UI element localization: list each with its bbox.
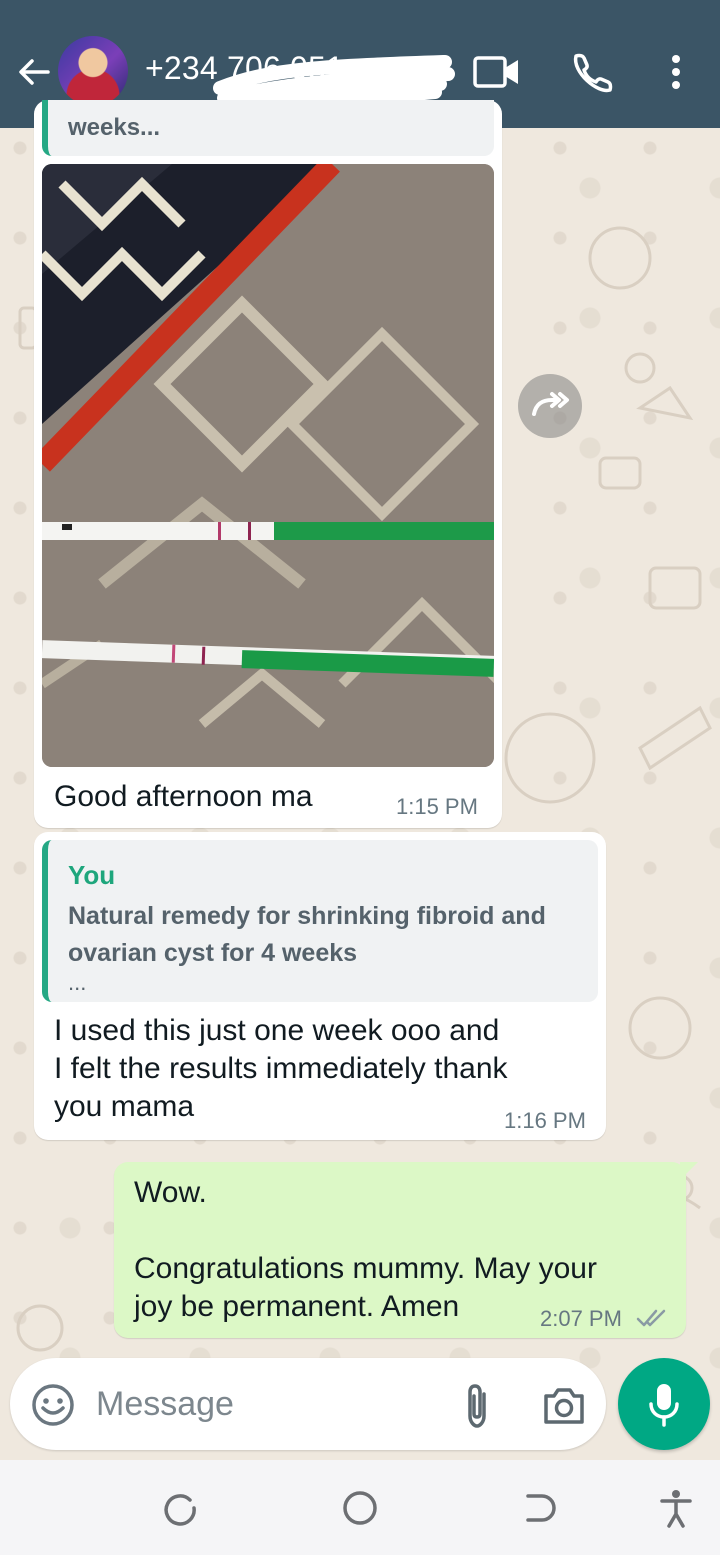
quoted-text-fragment: weeks... [68,114,161,141]
message-input[interactable] [96,1378,436,1430]
phone-icon[interactable] [568,50,616,94]
message-text-line: joy be permanent. Amen [134,1290,460,1323]
message-bubble-outgoing[interactable]: Wow. Congratulations mummy. May your joy… [114,1162,698,1338]
pregnancy-test-photo [42,164,494,767]
message-text-line: you mama [54,1090,195,1123]
quote-text: Natural remedy for shrinking fibroid and… [68,902,546,967]
bubble-tail [680,1162,698,1180]
message-text: Good afternoon ma [54,780,313,813]
avatar[interactable] [58,36,128,106]
mic-icon [649,1384,679,1427]
accessibility-icon[interactable] [656,1488,696,1528]
message-text-line: Congratulations mummy. May your [134,1252,597,1285]
message-composer [10,1358,606,1450]
message-text-line: I felt the results immediately thank [54,1052,508,1085]
emoji-icon[interactable] [30,1382,76,1428]
quoted-message[interactable]: weeks... [42,100,494,156]
read-receipt-icon [636,1309,666,1327]
message-text-line: I used this just one week ooo and [54,1014,500,1047]
video-call-icon[interactable] [472,50,522,94]
mic-button[interactable] [618,1358,710,1450]
quote-ellipsis: ... [68,970,87,995]
home-icon[interactable] [340,1488,380,1528]
message-bubble-incoming[interactable]: weeks... Good afternoon ma 1:15 PM [34,100,502,828]
back-nav-icon[interactable] [520,1488,560,1528]
attach-icon[interactable] [458,1382,496,1430]
recents-icon[interactable] [160,1488,200,1528]
camera-icon[interactable] [540,1384,588,1426]
system-navigation-bar [0,1460,720,1555]
message-text-line: Wow. [134,1176,207,1209]
forward-icon [532,392,569,416]
message-time: 2:07 PM [540,1306,622,1331]
back-arrow-icon[interactable] [14,52,54,92]
message-bubble-incoming[interactable]: You Natural remedy for shrinking fibroid… [34,832,606,1140]
more-options-icon[interactable] [660,50,692,94]
forward-button[interactable] [518,374,582,438]
message-time: 1:15 PM [396,794,478,819]
photo-attachment[interactable] [42,164,494,767]
quoted-message[interactable]: You Natural remedy for shrinking fibroid… [42,840,598,1002]
message-time: 1:16 PM [504,1108,586,1133]
quote-author: You [68,860,116,890]
